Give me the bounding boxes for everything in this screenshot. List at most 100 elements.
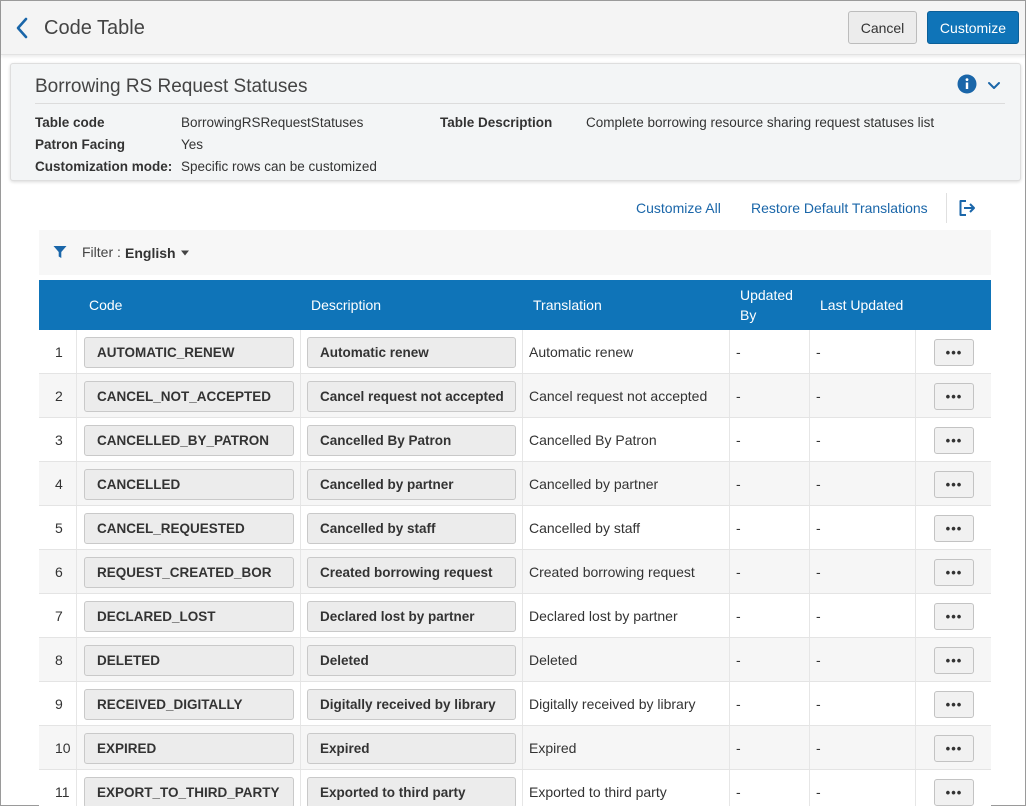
row-actions-button[interactable]: •••: [934, 515, 974, 542]
customize-button[interactable]: Customize: [927, 11, 1019, 44]
filter-label: Filter :: [82, 244, 121, 260]
table-row: 2 CANCEL_NOT_ACCEPTED Cancel request not a…: [39, 374, 991, 418]
translation-cell[interactable]: Cancel request not accepted: [529, 374, 707, 418]
column-header-updated-by[interactable]: Updated: [740, 287, 793, 303]
row-actions-button[interactable]: •••: [934, 383, 974, 410]
column-divider: [522, 638, 523, 681]
description-field: Cancelled By Patron: [307, 425, 516, 456]
column-divider: [729, 418, 730, 461]
updated-by-cell: -: [736, 608, 741, 624]
row-actions-button[interactable]: •••: [934, 339, 974, 366]
column-divider: [915, 594, 916, 637]
chevron-down-icon[interactable]: [986, 78, 1002, 94]
row-number: 6: [55, 564, 63, 580]
translation-cell[interactable]: Digitally received by library: [529, 682, 696, 726]
export-icon[interactable]: [957, 198, 977, 218]
back-button[interactable]: [11, 15, 33, 41]
row-actions-button[interactable]: •••: [934, 735, 974, 762]
column-divider: [915, 726, 916, 769]
translation-cell[interactable]: Exported to third party: [529, 770, 667, 806]
customization-mode-label: Customization mode:: [35, 159, 173, 174]
last-updated-cell: -: [816, 520, 821, 536]
language-filter-dropdown[interactable]: English: [125, 245, 176, 261]
row-actions-button[interactable]: •••: [934, 471, 974, 498]
column-divider: [76, 330, 77, 373]
column-divider: [300, 374, 301, 417]
caret-down-icon[interactable]: [180, 250, 190, 256]
top-bar: Code Table Cancel Customize: [1, 1, 1025, 55]
column-divider: [300, 506, 301, 549]
info-icon[interactable]: [957, 74, 977, 94]
cancel-button[interactable]: Cancel: [848, 11, 917, 44]
restore-default-translations-link[interactable]: Restore Default Translations: [751, 200, 928, 216]
column-header-code[interactable]: Code: [89, 297, 122, 313]
column-divider: [300, 330, 301, 373]
column-header-translation[interactable]: Translation: [533, 297, 602, 313]
column-divider: [300, 462, 301, 505]
updated-by-cell: -: [736, 344, 741, 360]
last-updated-cell: -: [816, 740, 821, 756]
column-divider: [915, 330, 916, 373]
column-divider: [300, 770, 301, 806]
code-field: REQUEST_CREATED_BOR: [84, 557, 294, 588]
column-divider: [300, 682, 301, 725]
column-divider: [915, 682, 916, 725]
column-divider: [809, 682, 810, 725]
last-updated-cell: -: [816, 652, 821, 668]
translation-cell[interactable]: Cancelled By Patron: [529, 418, 657, 462]
column-divider: [729, 726, 730, 769]
table-row: 6 REQUEST_CREATED_BOR Created borrowing re…: [39, 550, 991, 594]
translation-cell[interactable]: Expired: [529, 726, 576, 770]
row-actions-button[interactable]: •••: [934, 559, 974, 586]
translation-cell[interactable]: Declared lost by partner: [529, 594, 678, 638]
column-divider: [729, 638, 730, 681]
column-divider: [809, 418, 810, 461]
translation-cell[interactable]: Cancelled by partner: [529, 462, 658, 506]
translation-cell[interactable]: Automatic renew: [529, 330, 633, 374]
translation-cell[interactable]: Cancelled by staff: [529, 506, 640, 550]
filter-icon: [53, 246, 67, 258]
column-divider: [809, 770, 810, 806]
row-number: 3: [55, 432, 63, 448]
row-actions-button[interactable]: •••: [934, 647, 974, 674]
column-divider: [522, 770, 523, 806]
table-row: 3 CANCELLED_BY_PATRON Cancelled By Patron C…: [39, 418, 991, 462]
filter-bar: Filter : English: [39, 230, 991, 275]
customize-all-link[interactable]: Customize All: [636, 200, 721, 216]
column-divider: [809, 462, 810, 505]
column-divider: [915, 550, 916, 593]
translation-cell[interactable]: Created borrowing request: [529, 550, 695, 594]
translation-cell[interactable]: Deleted: [529, 638, 577, 682]
row-actions-button[interactable]: •••: [934, 691, 974, 718]
patron-facing-value: Yes: [181, 137, 204, 152]
column-divider: [522, 726, 523, 769]
column-divider: [729, 462, 730, 505]
updated-by-cell: -: [736, 784, 741, 800]
column-divider: [809, 374, 810, 417]
table-description-label: Table Description: [440, 115, 553, 130]
table-row: 4 CANCELLED Cancelled by partner Cancelled …: [39, 462, 991, 506]
row-actions-button[interactable]: •••: [934, 779, 974, 806]
row-actions-button[interactable]: •••: [934, 427, 974, 454]
table-row: 5 CANCEL_REQUESTED Cancelled by staff Cance…: [39, 506, 991, 550]
code-field: EXPORT_TO_THIRD_PARTY: [84, 777, 294, 806]
column-divider: [76, 550, 77, 593]
description-field: Cancelled by partner: [307, 469, 516, 500]
column-divider: [522, 374, 523, 417]
code-field: DECLARED_LOST: [84, 601, 294, 632]
column-divider: [915, 418, 916, 461]
row-number: 1: [55, 344, 63, 360]
column-divider: [76, 638, 77, 681]
updated-by-cell: -: [736, 476, 741, 492]
column-divider: [76, 682, 77, 725]
column-header-last-updated[interactable]: Last Updated: [820, 297, 903, 313]
table-row: 10 EXPIRED Expired Expired - - •••: [39, 726, 991, 770]
table-description-value: Complete borrowing resource sharing requ…: [586, 115, 935, 130]
code-field: CANCEL_NOT_ACCEPTED: [84, 381, 294, 412]
column-divider: [809, 506, 810, 549]
row-actions-button[interactable]: •••: [934, 603, 974, 630]
column-header-description[interactable]: Description: [311, 297, 381, 313]
description-field: Expired: [307, 733, 516, 764]
table-row: 1 AUTOMATIC_RENEW Automatic renew Automatic…: [39, 330, 991, 374]
column-divider: [522, 594, 523, 637]
